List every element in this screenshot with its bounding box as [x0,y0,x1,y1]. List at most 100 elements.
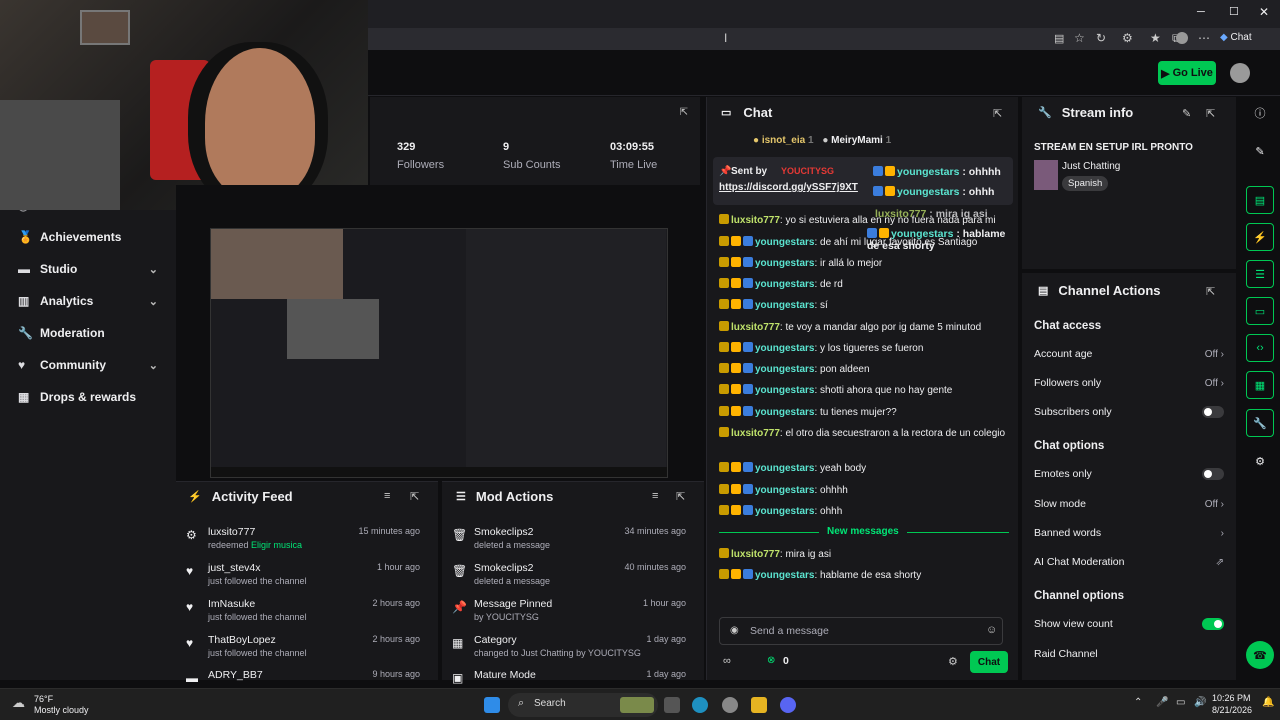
language-tag[interactable]: Spanish [1062,176,1109,191]
chat-user[interactable]: luxsito777 [731,428,780,439]
favorites-icon[interactable]: ★ [1150,31,1161,45]
chat-user[interactable]: youngestars [755,570,814,581]
chat-user[interactable]: youngestars [755,385,814,396]
streamer-face [205,48,315,198]
chat-user[interactable]: youngestars [755,407,814,418]
taskbar-search[interactable]: ⌕ Search [508,693,658,717]
volume-icon[interactable]: 🔊 [1194,697,1206,708]
chat-user[interactable]: youngestars [755,485,814,496]
followers-only-row[interactable]: Followers only Off › [1034,377,1224,389]
reader-icon[interactable]: ▤ [1054,32,1064,45]
chat-input[interactable]: ◉ Send a message ☺ [719,617,1003,645]
pinned-message[interactable]: 📌 Sent by YOUCITYSG https://discord.gg/y… [713,157,1013,205]
copilot-chat-button[interactable]: ◆ Chat [1220,32,1252,43]
chat-user[interactable]: youngestars [755,300,814,311]
show-view-count-toggle[interactable] [1202,618,1224,630]
banned-words-row[interactable]: Banned words › [1034,527,1224,539]
file-explorer-icon[interactable] [751,697,767,713]
bolt-icon[interactable]: ⚡ [1246,223,1274,251]
sidebar-item-achievements[interactable]: 🏅 Achievements [0,221,176,253]
filter-icon[interactable]: ≡ [652,490,658,502]
list-icon[interactable]: ☰ [1246,260,1274,288]
chat-user[interactable]: youngestars [755,506,814,517]
chat-text: : ir allá lo mejor [814,258,883,269]
chat-user[interactable]: luxsito777 [731,322,780,333]
list-item[interactable]: 📌 Message Pinned by YOUCITYSG 1 hour ago [442,598,698,634]
popout-icon[interactable]: ⇱ [680,107,688,118]
slow-mode-row[interactable]: Slow mode Off › [1034,498,1224,510]
code-icon[interactable]: ‹› [1246,334,1274,362]
tray-chevron-icon[interactable]: ⌃ [1134,697,1142,708]
subscribers-only-toggle[interactable] [1202,406,1224,418]
filter-icon[interactable]: ≡ [384,490,390,502]
list-item[interactable]: ♥ ThatBoyLopez just followed the channel 2 … [176,634,432,670]
chat-send-button[interactable]: Chat [970,651,1008,673]
sidebar-item-moderation[interactable]: 🔧 Moderation [0,317,176,349]
address-bar[interactable]: I ▤ ☆ ↻ ⚙ ★ ⧉ ⋯ ◆ Chat [368,28,1280,50]
gear-icon[interactable]: ⚙ [948,655,958,668]
profile-icon[interactable] [1176,32,1188,44]
edge-icon[interactable] [692,697,708,713]
close-icon[interactable]: ✕ [1259,5,1269,19]
notification-icon[interactable]: 🔔 [1262,697,1274,708]
layout-icon[interactable]: ▦ [1246,371,1274,399]
chat-user[interactable]: youngestars [755,364,814,375]
mic-icon[interactable]: 🎤 [1156,697,1168,708]
list-item[interactable]: 🗑 Smokeclips2 deleted a message 40 minutes … [442,562,698,598]
maximize-icon[interactable]: ☐ [1229,5,1239,18]
discord-icon[interactable] [780,697,796,713]
chat-user[interactable]: youngestars [755,343,814,354]
clock-time[interactable]: 10:26 PM [1212,693,1251,703]
list-item[interactable]: ▦ Category changed to Just Chatting by YOU… [442,634,698,670]
emoji-picker-icon[interactable]: ☺ [986,624,997,636]
go-live-button[interactable]: ▶ Go Live [1158,61,1216,85]
popout-icon[interactable]: ⇱ [410,490,419,503]
sidebar-item-studio[interactable]: ▬ Studio ⌄ [0,253,176,285]
raid-channel-row[interactable]: Raid Channel [1034,648,1224,660]
popout-icon[interactable]: ⇱ [993,107,1002,120]
sub-badge-icon [719,363,729,373]
help-icon[interactable]: ☎ [1246,641,1274,669]
list-item[interactable]: 🗑 Smokeclips2 deleted a message 34 minutes … [442,526,698,562]
sidebar-item-drops[interactable]: ▦ Drops & rewards [0,381,176,413]
sidebar-item-analytics[interactable]: ▥ Analytics ⌄ [0,285,176,317]
stream-category[interactable]: Just Chatting [1062,161,1120,172]
wrench-icon[interactable]: 🔧 [1246,409,1274,437]
points-icon[interactable]: ∞ [723,655,731,667]
clock-date[interactable]: 8/21/2026 [1212,705,1252,715]
task-view-icon[interactable] [664,697,680,713]
chat-user[interactable]: youngestars [755,463,814,474]
app-icon[interactable] [722,697,738,713]
chat-icon[interactable]: ▭ [1246,297,1274,325]
start-icon[interactable] [484,697,500,713]
chat-user[interactable]: luxsito777 [731,549,780,560]
info-icon[interactable]: ⓘ [1246,99,1274,127]
favorite-icon[interactable]: ☆ [1074,31,1085,45]
popout-icon[interactable]: ⇱ [1206,285,1215,298]
ai-moderation-row[interactable]: AI Chat Moderation ⇗ [1034,556,1224,568]
edit-icon[interactable]: ✎ [1182,107,1191,120]
more-icon[interactable]: ⋯ [1198,31,1210,45]
emotes-only-toggle[interactable] [1202,468,1224,480]
refresh-icon[interactable]: ↻ [1096,31,1106,45]
gift-icon: ▦ [18,390,30,404]
account-age-row[interactable]: Account age Off › [1034,348,1224,360]
stream-icon[interactable]: ▤ [1246,186,1274,214]
chat-user[interactable]: youngestars [755,258,814,269]
minimize-icon[interactable]: ─ [1197,6,1205,18]
network-icon[interactable]: ▭ [1176,697,1185,708]
chat-user[interactable]: youngestars [755,279,814,290]
popout-icon[interactable]: ⇱ [1206,107,1215,120]
list-item[interactable]: ♥ ImNasuke just followed the channel 2 hour… [176,598,432,634]
sidebar-item-community[interactable]: ♥ Community ⌄ [0,349,176,381]
pencil-icon[interactable]: ✎ [1246,137,1274,165]
points-icon[interactable]: ⚙ [1246,447,1274,475]
chat-user[interactable]: youngestars [755,237,814,248]
user-avatar[interactable] [1230,63,1250,83]
extensions-icon[interactable]: ⚙ [1122,31,1133,45]
pinned-link[interactable]: https://discord.gg/ySSF7j9XT [719,182,858,193]
list-item[interactable]: ♥ just_stev4x just followed the channel 1 h… [176,562,432,598]
chat-user[interactable]: luxsito777 [731,215,780,226]
list-item[interactable]: ⚙ luxsito777 redeemed Eligir musica 15 minu… [176,526,432,562]
popout-icon[interactable]: ⇱ [676,490,685,503]
